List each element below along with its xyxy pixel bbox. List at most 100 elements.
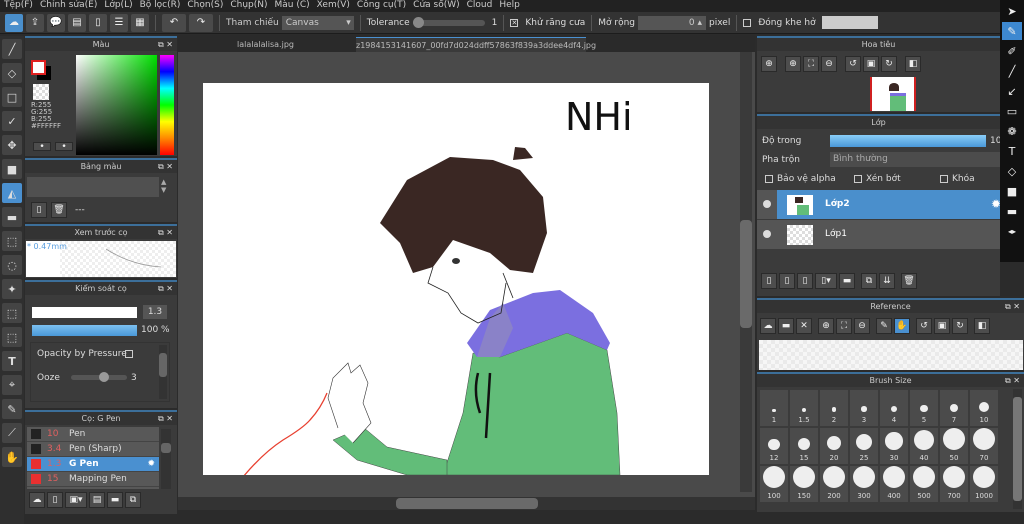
tab-document-1[interactable]: lalalalalisa.jpg xyxy=(198,37,333,52)
menu-item[interactable]: Chọn(S) xyxy=(187,0,230,12)
canvas-area[interactable]: NHi xyxy=(178,52,755,497)
cloud-open-icon[interactable]: ☁ xyxy=(760,318,776,334)
brush-size-option[interactable]: 400 xyxy=(880,466,908,502)
cursor-icon[interactable]: ➤ xyxy=(1002,2,1022,20)
undo-button[interactable]: ↶ xyxy=(162,13,186,32)
brush-size-option[interactable]: 150 xyxy=(790,466,818,502)
close-gap-checkbox[interactable] xyxy=(743,18,752,27)
reset-rotation-icon[interactable]: ▣ xyxy=(863,56,879,72)
new-8bit-layer-icon[interactable]: ▯ xyxy=(797,273,813,289)
rotate-right-icon[interactable]: ↻ xyxy=(952,318,968,334)
slider-thumb[interactable] xyxy=(99,372,109,382)
antialias-checkbox[interactable]: ✕ xyxy=(510,18,519,27)
hue-slider[interactable] xyxy=(160,55,174,155)
menu-item[interactable]: Cửa sổ(W) xyxy=(413,0,466,12)
close-gap-input[interactable] xyxy=(821,16,878,29)
tolerance-slider[interactable] xyxy=(412,16,485,28)
note-icon[interactable]: ▤ xyxy=(68,13,86,32)
layer-row[interactable]: Lớp2 ✹ xyxy=(757,190,1001,219)
brush-size-option[interactable]: 25 xyxy=(850,428,878,464)
layer-folder-icon[interactable]: ▬ xyxy=(839,273,855,289)
menu-item[interactable]: Công cụ(T) xyxy=(357,0,413,12)
color-option-button[interactable]: • xyxy=(33,142,51,152)
zoom-in-icon[interactable]: ⊕ xyxy=(818,318,834,334)
ooze-slider[interactable] xyxy=(71,372,127,382)
select-pen-tool-icon[interactable]: ⬚ xyxy=(2,303,22,323)
panel-close-icon[interactable]: ⧉ ✕ xyxy=(158,38,173,51)
brush-size-option[interactable]: 12 xyxy=(760,428,788,464)
navigator-thumbnail[interactable] xyxy=(870,77,916,111)
menu-item[interactable]: Chỉnh sửa(E) xyxy=(40,0,104,12)
brush-size-option[interactable]: 20 xyxy=(820,428,848,464)
new-palette-icon[interactable]: ▯ xyxy=(31,202,47,218)
brush-settings-icon[interactable]: ▤ xyxy=(89,492,105,508)
palette-area[interactable] xyxy=(27,177,159,197)
folder-icon[interactable]: ▬ xyxy=(107,492,123,508)
fit-icon[interactable]: ⛶ xyxy=(836,318,852,334)
list-icon[interactable]: ☰ xyxy=(110,13,128,32)
brush-item[interactable]: 3.4 Pen (Sharp) xyxy=(27,442,159,457)
reset-rotation-icon[interactable]: ▣ xyxy=(934,318,950,334)
canvas[interactable]: NHi xyxy=(203,83,709,475)
hand-tool-icon[interactable]: ✋ xyxy=(2,447,22,467)
select-pen-icon[interactable]: ✓ xyxy=(2,111,22,131)
new-halftone-layer-icon[interactable]: ▯ xyxy=(779,273,795,289)
brush-size-option[interactable]: 4 xyxy=(880,390,908,426)
close-reference-icon[interactable]: ✕ xyxy=(796,318,812,334)
delete-palette-icon[interactable]: 🗑 xyxy=(51,202,67,218)
lasso-icon[interactable]: ◌ xyxy=(2,255,22,275)
add-layer-menu-icon[interactable]: ▯▾ xyxy=(815,273,837,289)
fit-icon[interactable]: ⛶ xyxy=(803,56,819,72)
color-black-icon[interactable]: ■ xyxy=(1002,182,1022,200)
brush-size-option[interactable]: 5 xyxy=(910,390,938,426)
brush-size-option[interactable]: 3 xyxy=(850,390,878,426)
layer-opacity-slider[interactable] xyxy=(830,135,986,147)
brush-size-value[interactable]: 1.3 xyxy=(143,305,167,319)
visibility-icon[interactable] xyxy=(763,200,771,208)
reference-view[interactable] xyxy=(759,340,1023,370)
brush-size-option[interactable]: 1.5 xyxy=(790,390,818,426)
menu-item[interactable]: Help xyxy=(499,0,527,12)
brush-size-option[interactable]: 1000 xyxy=(970,466,998,502)
duplicate-layer-icon[interactable]: ⧉ xyxy=(861,273,877,289)
new-brush-icon[interactable]: ▯ xyxy=(47,492,63,508)
panel-close-icon[interactable]: ⧉ ✕ xyxy=(158,226,173,239)
brush-size-option[interactable]: 500 xyxy=(910,466,938,502)
lock-checkbox[interactable] xyxy=(940,174,948,183)
pen-icon[interactable]: ✎ xyxy=(1002,22,1022,40)
menu-item[interactable]: Lớp(L) xyxy=(104,0,139,12)
brush-size-option[interactable]: 40 xyxy=(910,428,938,464)
flip-icon[interactable]: ◧ xyxy=(905,56,921,72)
share-icon[interactable]: ⇪ xyxy=(26,13,44,32)
rotate-right-icon[interactable]: ↻ xyxy=(881,56,897,72)
color-option-button-2[interactable]: • xyxy=(55,142,73,152)
open-folder-icon[interactable]: ▬ xyxy=(778,318,794,334)
bucket-tool-icon[interactable]: ◭ xyxy=(2,183,22,203)
brush-settings-icon[interactable]: ✹ xyxy=(147,459,155,469)
select-eraser-icon[interactable]: ⬚ xyxy=(2,327,22,347)
panel-close-icon[interactable]: ⧉ ✕ xyxy=(158,412,173,425)
duplicate-icon[interactable]: ⧉ xyxy=(125,492,141,508)
magic-wand-icon[interactable]: ✦ xyxy=(2,279,22,299)
brush-size-option[interactable]: 7 xyxy=(940,390,968,426)
brush-size-option[interactable]: 700 xyxy=(940,466,968,502)
zoom-out-icon[interactable]: ⊖ xyxy=(821,56,837,72)
horizontal-scrollbar[interactable] xyxy=(178,497,755,510)
marker-icon[interactable]: ✐ xyxy=(1002,42,1022,60)
vertical-scrollbar[interactable] xyxy=(740,52,752,492)
reference-select[interactable]: Canvas ▾ xyxy=(281,15,354,30)
tab-document-2[interactable]: z1984153141607_00fd7d024ddff57863f839a3d… xyxy=(356,37,596,52)
palette-scroll[interactable]: ▲ ▼ xyxy=(161,178,166,194)
move-tool-icon[interactable]: ✥ xyxy=(2,135,22,155)
brush-size-option[interactable]: 70 xyxy=(970,428,998,464)
menu-item[interactable]: Tệp(F) xyxy=(4,0,40,12)
comment-icon[interactable]: 💬 xyxy=(47,13,65,32)
brush-size-option[interactable]: 1 xyxy=(760,390,788,426)
operation-tool-icon[interactable]: ⌖ xyxy=(2,375,22,395)
color-picker-square[interactable] xyxy=(76,55,157,155)
panel-close-icon[interactable]: ⧉ ✕ xyxy=(1005,300,1020,313)
gradient-tool-icon[interactable]: ▬ xyxy=(2,207,22,227)
eraser-tool-icon[interactable]: ◇ xyxy=(2,63,22,83)
brush-size-slider[interactable] xyxy=(32,307,137,318)
divide-tool-icon[interactable]: ✎ xyxy=(2,399,22,419)
